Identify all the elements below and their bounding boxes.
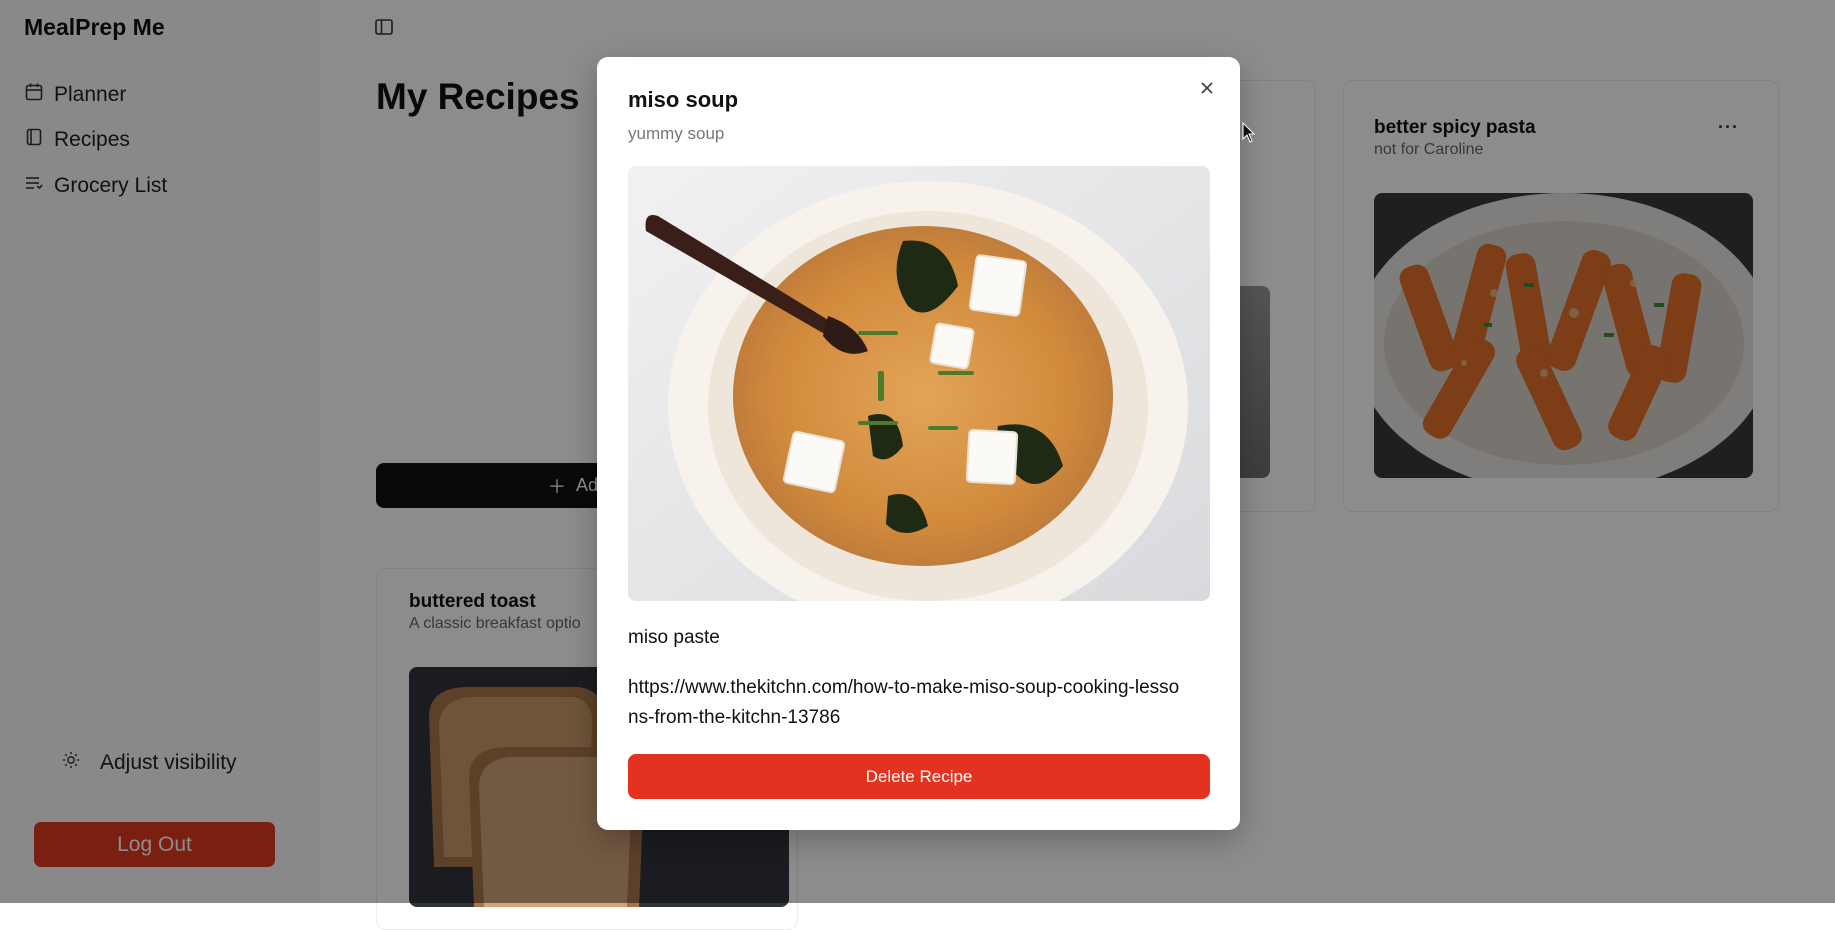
close-icon[interactable] [1196,77,1218,99]
delete-recipe-button[interactable]: Delete Recipe [628,754,1210,799]
modal-description: yummy soup [628,124,725,143]
mouse-cursor-icon [1242,121,1256,144]
modal-title: miso soup [628,87,739,112]
recipe-detail-modal: miso soup yummy soup miso paste https://… [597,57,1240,830]
recipe-ingredients: miso paste [628,627,720,648]
recipe-image [628,166,1210,601]
recipe-link[interactable]: https://www.thekitchn.com/how-to-make-mi… [628,673,1188,733]
